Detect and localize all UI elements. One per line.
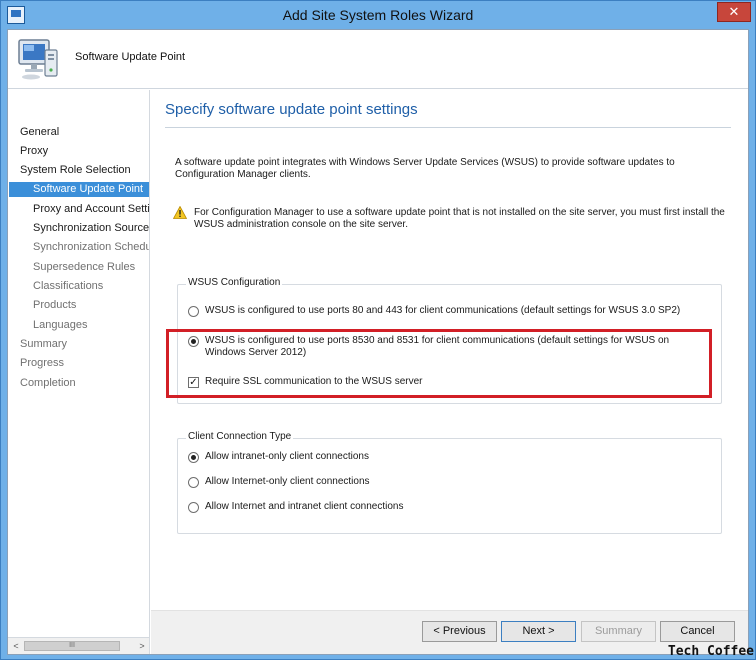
intranet-only-label: Allow intranet-only client connections — [205, 451, 369, 462]
internet-only-label: Allow Internet-only client connections — [205, 476, 370, 487]
page-title: Specify software update point settings — [165, 101, 418, 118]
cancel-button[interactable]: Cancel — [660, 621, 735, 642]
intro-text: A software update point integrates with … — [175, 157, 675, 180]
scroll-thumb[interactable]: III — [24, 641, 120, 651]
wsus-ports-80-443-radio[interactable] — [188, 306, 199, 317]
nav-item-software-update-point[interactable]: Software Update Point — [9, 182, 149, 197]
internet-and-intranet-option[interactable]: Allow Internet and intranet client conne… — [188, 501, 488, 515]
wizard-client-area: Software Update Point General Proxy Syst… — [7, 29, 749, 655]
internet-and-intranet-label: Allow Internet and intranet client conne… — [205, 501, 404, 512]
wizard-content: Specify software update point settings A… — [151, 90, 748, 610]
watermark: Tech Coffee — [667, 644, 754, 659]
internet-and-intranet-radio[interactable] — [188, 502, 199, 513]
next-button[interactable]: Next > — [501, 621, 576, 642]
wizard-header: Software Update Point — [8, 30, 748, 89]
header-title: Software Update Point — [75, 51, 186, 63]
highlight-annotation-box — [166, 329, 712, 398]
window-title: Add Site System Roles Wizard — [282, 7, 474, 23]
summary-button: Summary — [581, 621, 656, 642]
nav-horizontal-scrollbar[interactable]: < III > — [8, 637, 149, 654]
client-connection-type-label: Client Connection Type — [186, 431, 294, 442]
intranet-only-option[interactable]: Allow intranet-only client connections — [188, 451, 488, 465]
wsus-ports-80-443-option[interactable]: WSUS is configured to use ports 80 and 4… — [188, 305, 718, 319]
previous-button[interactable]: < Previous — [422, 621, 497, 642]
title-divider — [165, 127, 731, 128]
internet-only-option[interactable]: Allow Internet-only client connections — [188, 476, 488, 490]
scroll-left-arrow-icon[interactable]: < — [10, 640, 22, 652]
wizard-footer: < Previous Next > Summary Cancel — [151, 610, 748, 654]
wsus-configuration-label: WSUS Configuration — [186, 277, 283, 288]
scroll-right-arrow-icon[interactable]: > — [136, 640, 148, 652]
wizard-window: Add Site System Roles Wizard ✕ Software … — [0, 0, 756, 660]
close-button[interactable]: ✕ — [717, 2, 751, 22]
warning-text: For Configuration Manager to use a softw… — [194, 207, 725, 230]
computer-icon — [18, 39, 58, 80]
wsus-ports-80-443-label: WSUS is configured to use ports 80 and 4… — [205, 305, 681, 316]
internet-only-radio[interactable] — [188, 477, 199, 488]
wizard-step-nav: General Proxy System Role Selection Soft… — [8, 90, 150, 654]
warning-icon — [173, 206, 187, 219]
title-bar[interactable]: Add Site System Roles Wizard ✕ — [1, 1, 755, 29]
intranet-only-radio[interactable] — [188, 452, 199, 463]
